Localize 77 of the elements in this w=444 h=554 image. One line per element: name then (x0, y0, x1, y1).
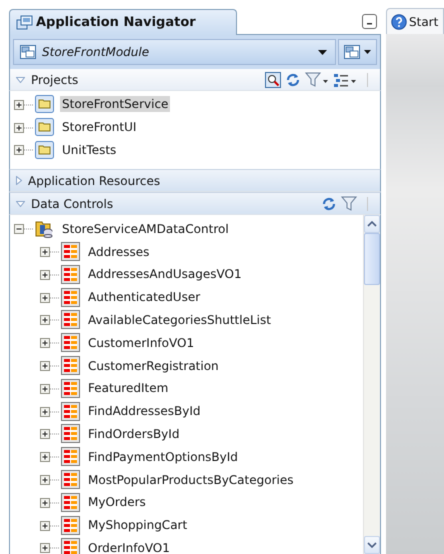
minimize-button[interactable] (362, 14, 377, 29)
filter-icon[interactable] (305, 72, 329, 88)
tree-item[interactable]: MostPopularProductsByCategories (86, 472, 296, 488)
scroll-down-icon[interactable] (364, 536, 380, 554)
tree-item[interactable]: UnitTests (60, 142, 118, 158)
tree-item[interactable]: StoreFrontService (60, 96, 170, 112)
folder-icon (35, 118, 54, 136)
view-options-button[interactable] (338, 39, 377, 65)
filter-icon[interactable] (341, 196, 357, 212)
collection-icon (61, 424, 80, 444)
expand-icon[interactable] (40, 542, 60, 554)
expand-icon[interactable] (40, 474, 60, 486)
collection-icon (61, 470, 80, 490)
tree-item[interactable]: AddressesAndUsagesVO1 (86, 266, 244, 282)
scroll-up-icon[interactable] (364, 215, 380, 234)
refresh-icon[interactable] (321, 196, 337, 212)
module-icon (344, 45, 360, 59)
collection-icon (61, 288, 80, 307)
expand-icon[interactable] (40, 360, 60, 372)
tree-item[interactable]: StoreServiceAMDataControl (60, 220, 231, 237)
scrollbar-thumb[interactable] (364, 233, 380, 286)
module-dropdown[interactable]: StoreFrontModule (13, 39, 336, 65)
collapse-icon[interactable] (14, 223, 34, 234)
list-options-icon[interactable] (333, 72, 357, 88)
tree-item[interactable]: AvailableCategoriesShuttleList (86, 312, 273, 328)
module-icon (20, 45, 36, 59)
caret-icon (364, 50, 371, 54)
expand-icon[interactable] (40, 382, 60, 394)
collection-icon (61, 242, 80, 262)
caret-icon (318, 50, 327, 54)
tree-item[interactable]: Addresses (86, 244, 152, 260)
tree-item[interactable]: MyShoppingCart (86, 517, 190, 534)
navigator-tab[interactable]: Application Navigator (9, 9, 237, 35)
collection-icon (61, 447, 80, 466)
collection-icon (61, 333, 80, 352)
collection-icon (61, 402, 80, 421)
expand-icon[interactable] (40, 268, 60, 280)
expand-icon[interactable] (40, 451, 60, 462)
tree-item[interactable]: AuthenticatedUser (86, 289, 202, 306)
collection-icon (61, 356, 80, 376)
tree-item[interactable]: MyOrders (86, 494, 148, 510)
help-icon (391, 14, 407, 30)
editor-tab[interactable]: Start (386, 8, 444, 34)
expand-icon[interactable] (40, 292, 60, 303)
expand-icon[interactable] (14, 98, 34, 110)
section-header[interactable]: Data Controls (9, 192, 381, 216)
tree-item[interactable]: FeaturedItem (86, 380, 170, 396)
expand-icon[interactable] (40, 314, 60, 326)
expand-icon[interactable] (40, 406, 60, 417)
tree-item[interactable]: FindPaymentOptionsById (86, 448, 240, 465)
tree-item[interactable]: OrderInfoVO1 (86, 540, 172, 554)
scrollbar[interactable] (363, 215, 380, 554)
expand-icon[interactable] (40, 496, 60, 508)
folder-icon (35, 140, 54, 159)
tree-item[interactable]: FindAddressesById (86, 403, 202, 420)
data-control-icon (35, 220, 54, 238)
section-header[interactable]: Application Resources (9, 169, 381, 192)
tree-item[interactable]: CustomerRegistration (86, 358, 221, 374)
refresh-icon[interactable] (285, 72, 301, 88)
expand-icon[interactable] (14, 144, 34, 156)
section-header[interactable]: Projects (9, 69, 381, 91)
tree-item[interactable]: CustomerInfoVO1 (86, 334, 196, 351)
collection-icon (61, 378, 80, 398)
windows-icon (16, 14, 34, 30)
tree-item[interactable]: StoreFrontUI (60, 119, 138, 136)
collection-icon (61, 516, 80, 535)
expand-icon[interactable] (40, 337, 60, 348)
expand-icon[interactable] (40, 428, 60, 440)
tree-item[interactable]: FindOrdersById (86, 426, 182, 442)
expand-icon[interactable] (40, 520, 60, 531)
collection-icon (61, 310, 80, 330)
collection-icon (61, 492, 80, 512)
expand-icon[interactable] (40, 246, 60, 258)
folder-icon (35, 95, 54, 114)
collection-icon (61, 264, 80, 284)
expand-icon[interactable] (14, 122, 34, 133)
find-icon[interactable] (265, 72, 281, 88)
